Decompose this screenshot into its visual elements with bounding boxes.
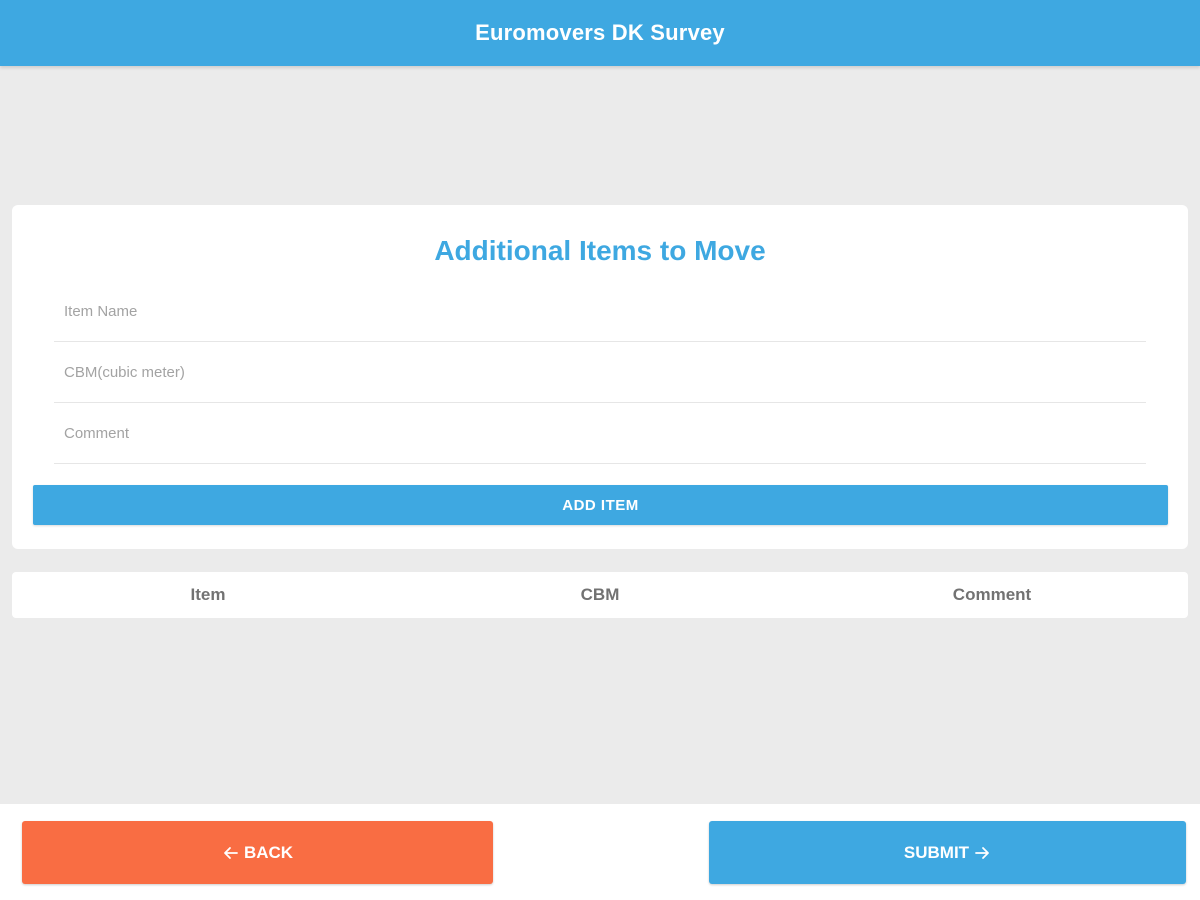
comment-field xyxy=(54,403,1146,464)
add-item-button[interactable]: ADD ITEM xyxy=(33,485,1168,525)
column-header-cbm: CBM xyxy=(580,585,620,604)
app-title: Euromovers DK Survey xyxy=(475,20,725,45)
arrow-left-icon xyxy=(222,844,240,862)
submit-button-label: SUBMIT xyxy=(903,842,970,862)
form-title: Additional Items to Move xyxy=(434,235,766,266)
arrow-right-icon xyxy=(973,844,991,862)
back-button[interactable]: BACK xyxy=(22,821,493,884)
cbm-field xyxy=(54,342,1146,403)
back-button-label: BACK xyxy=(243,842,294,862)
comment-input[interactable] xyxy=(54,403,1146,463)
items-table-header: Item CBM Comment xyxy=(12,572,1188,618)
cbm-input[interactable] xyxy=(54,342,1146,402)
add-item-form: Additional Items to Move ADD ITEM xyxy=(12,205,1188,549)
item-name-field xyxy=(54,281,1146,342)
app-header: Euromovers DK Survey xyxy=(0,0,1200,66)
item-name-input[interactable] xyxy=(54,281,1146,341)
app-root: Euromovers DK Survey Additional Items to… xyxy=(0,0,1200,900)
submit-button[interactable]: SUBMIT xyxy=(709,821,1186,884)
footer-bar: BACK SUBMIT xyxy=(0,804,1200,900)
column-header-comment: Comment xyxy=(952,585,1032,604)
column-header-item: Item xyxy=(190,585,226,604)
